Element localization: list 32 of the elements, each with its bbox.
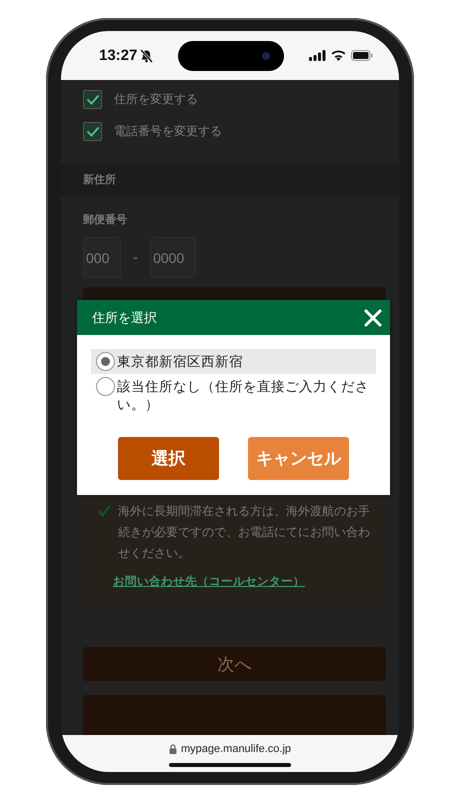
close-button[interactable] (364, 308, 382, 326)
lock-icon (168, 744, 177, 754)
input-field[interactable]: 000 (83, 237, 121, 278)
bell-slash-icon (140, 48, 154, 62)
check-icon (97, 505, 111, 518)
selected-option-row[interactable]: 東京都新宿区西新宿 (91, 349, 376, 374)
radio-button[interactable] (96, 377, 115, 396)
separator-text: - (133, 250, 138, 266)
check-icon (86, 94, 100, 105)
status-time: 13:27 (99, 47, 138, 64)
next-button[interactable]: 次へ (83, 647, 386, 681)
checkbox[interactable] (83, 90, 102, 109)
battery-icon (351, 50, 373, 61)
signal-icon (309, 50, 326, 61)
select-button[interactable]: 選択 (118, 437, 219, 480)
radio-button[interactable] (96, 352, 115, 371)
option-label: 該当住所なし（住所を直接ご入力ください。） (117, 378, 370, 414)
dialog-title: 住所を選択 (92, 310, 157, 326)
section-header: 新住所 (61, 163, 399, 197)
url-text[interactable]: mypage.manulife.co.jp (180, 743, 292, 755)
cancel-button[interactable]: キャンセル (248, 437, 349, 480)
input-field[interactable]: 0000 (150, 237, 196, 278)
contact-link[interactable]: お問い合わせ先（コールセンター） (113, 574, 305, 590)
checkbox-label: 住所を変更する (114, 91, 198, 108)
option-label: 東京都新宿区西新宿 (117, 353, 243, 371)
notice-text: 海外に長期間滞在される方は、海外渡航のお手続きが必要ですので、お電話にてにお問い合わせください。 (118, 503, 371, 562)
checkbox-label: 電話番号を変更する (114, 123, 222, 140)
field-label: 郵便番号 (83, 212, 128, 227)
wifi-icon (331, 50, 346, 61)
check-icon (86, 126, 100, 137)
close-icon (364, 308, 382, 326)
checkbox[interactable] (83, 122, 102, 141)
